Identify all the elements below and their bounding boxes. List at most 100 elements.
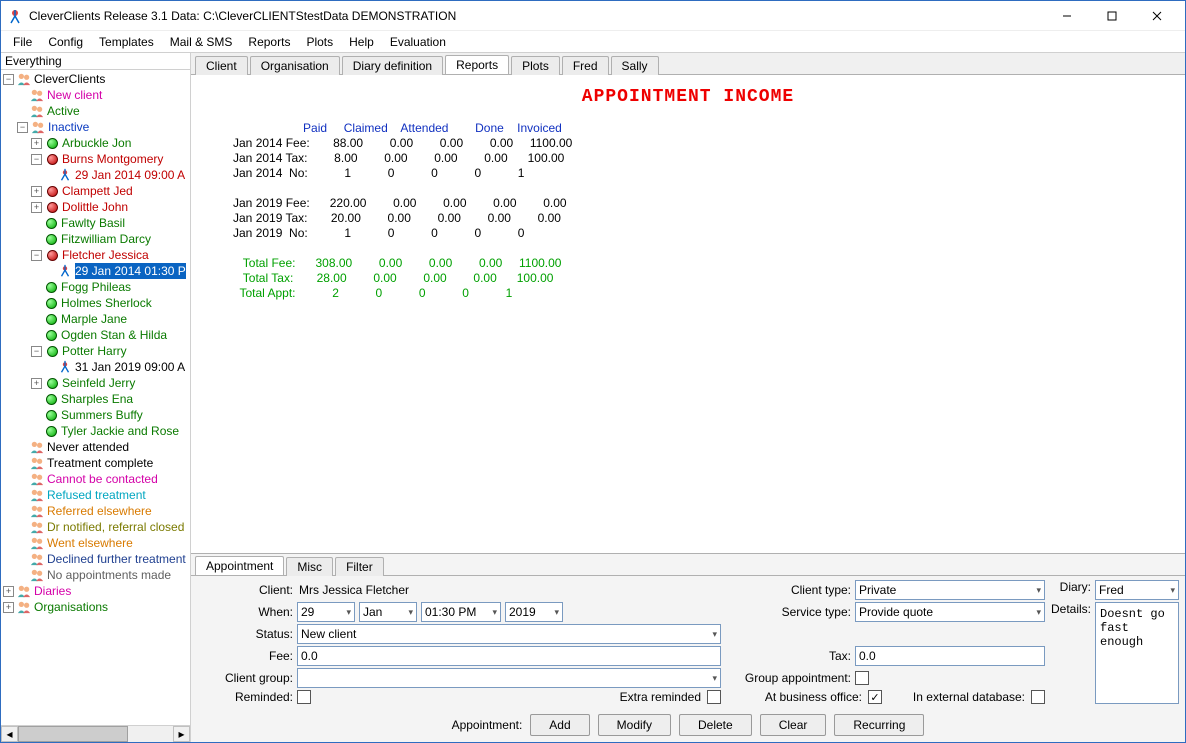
reminded-checkbox[interactable] bbox=[297, 690, 311, 704]
tree-client-arbuckle-jon[interactable]: +Arbuckle Jon bbox=[3, 135, 190, 151]
menu-reports[interactable]: Reports bbox=[240, 33, 298, 51]
tree-client-potter-harry[interactable]: −Potter Harry bbox=[3, 343, 190, 359]
scroll-right-icon[interactable]: ▸ bbox=[173, 726, 190, 742]
expand-toggle[interactable]: − bbox=[3, 74, 14, 85]
group-appt-checkbox[interactable] bbox=[855, 671, 869, 685]
close-button[interactable] bbox=[1134, 2, 1179, 30]
menu-file[interactable]: File bbox=[5, 33, 40, 51]
tree-status-cannot-be-contacted[interactable]: Cannot be contacted bbox=[3, 471, 190, 487]
at-office-checkbox[interactable]: ✓ bbox=[868, 690, 882, 704]
tree-appointment[interactable]: 29 Jan 2014 01:30 P bbox=[3, 263, 190, 279]
tree-status-treatment-complete[interactable]: Treatment complete bbox=[3, 455, 190, 471]
expand-toggle[interactable]: + bbox=[31, 186, 42, 197]
details-label: Details: bbox=[1049, 602, 1095, 616]
tab-plots[interactable]: Plots bbox=[511, 56, 560, 75]
report-row: Paid Claimed Attended Done Invoiced bbox=[203, 121, 1173, 136]
tree-diaries[interactable]: +Diaries bbox=[3, 583, 190, 599]
modify-button[interactable]: Modify bbox=[598, 714, 671, 736]
expand-toggle[interactable]: − bbox=[31, 250, 42, 261]
tree-active[interactable]: Active bbox=[3, 103, 190, 119]
tree-status-went-elsewhere[interactable]: Went elsewhere bbox=[3, 535, 190, 551]
extra-reminded-checkbox[interactable] bbox=[707, 690, 721, 704]
expand-toggle[interactable]: − bbox=[17, 122, 28, 133]
diary-select[interactable]: Fred▾ bbox=[1095, 580, 1179, 600]
when-year-select[interactable]: 2019▾ bbox=[505, 602, 563, 622]
tree-status-refused-treatment[interactable]: Refused treatment bbox=[3, 487, 190, 503]
client-value: Mrs Jessica Fletcher bbox=[297, 583, 457, 597]
menu-plots[interactable]: Plots bbox=[298, 33, 341, 51]
tree-header: Everything bbox=[1, 53, 190, 70]
tab-reports[interactable]: Reports bbox=[445, 55, 509, 74]
tree-client-fogg-phileas[interactable]: Fogg Phileas bbox=[3, 279, 190, 295]
tab-client[interactable]: Client bbox=[195, 56, 248, 75]
menu-templates[interactable]: Templates bbox=[91, 33, 162, 51]
tree-client-fletcher-jessica[interactable]: −Fletcher Jessica bbox=[3, 247, 190, 263]
tree-client-fitzwilliam-darcy[interactable]: Fitzwilliam Darcy bbox=[3, 231, 190, 247]
tax-input[interactable] bbox=[855, 646, 1045, 666]
menu-mail-sms[interactable]: Mail & SMS bbox=[162, 33, 241, 51]
report-row: Jan 2014 No: 1 0 0 0 1 bbox=[203, 166, 1173, 181]
tree-client-seinfeld-jerry[interactable]: +Seinfeld Jerry bbox=[3, 375, 190, 391]
tree-status-referred-elsewhere[interactable]: Referred elsewhere bbox=[3, 503, 190, 519]
tree-status-never-attended[interactable]: Never attended bbox=[3, 439, 190, 455]
service-type-select[interactable]: Provide quote▾ bbox=[855, 602, 1045, 622]
menu-evaluation[interactable]: Evaluation bbox=[382, 33, 454, 51]
tree-status-declined-further-treatment[interactable]: Declined further treatment bbox=[3, 551, 190, 567]
recurring-button[interactable]: Recurring bbox=[834, 714, 924, 736]
tree-client-dolittle-john[interactable]: +Dolittle John bbox=[3, 199, 190, 215]
tree-client-holmes-sherlock[interactable]: Holmes Sherlock bbox=[3, 295, 190, 311]
tree-appointment[interactable]: 29 Jan 2014 09:00 A bbox=[3, 167, 190, 183]
app-icon bbox=[7, 8, 23, 24]
when-day-select[interactable]: 29▾ bbox=[297, 602, 355, 622]
expand-toggle[interactable]: + bbox=[31, 202, 42, 213]
when-month-select[interactable]: Jan▾ bbox=[359, 602, 417, 622]
clear-button[interactable]: Clear bbox=[760, 714, 827, 736]
tree-inactive[interactable]: −Inactive bbox=[3, 119, 190, 135]
client-type-select[interactable]: Private▾ bbox=[855, 580, 1045, 600]
minimize-button[interactable] bbox=[1044, 2, 1089, 30]
menu-help[interactable]: Help bbox=[341, 33, 382, 51]
scroll-thumb[interactable] bbox=[18, 726, 128, 742]
tab-organisation[interactable]: Organisation bbox=[250, 56, 340, 75]
tab-fred[interactable]: Fred bbox=[562, 56, 609, 75]
tree-client-clampett-jed[interactable]: +Clampett Jed bbox=[3, 183, 190, 199]
bottom-tab-filter[interactable]: Filter bbox=[335, 557, 384, 576]
bottom-tab-appointment[interactable]: Appointment bbox=[195, 556, 284, 575]
tree-client-ogden-stan-hilda[interactable]: Ogden Stan & Hilda bbox=[3, 327, 190, 343]
tree-status-dr-notified-referral-closed[interactable]: Dr notified, referral closed bbox=[3, 519, 190, 535]
tree-h-scrollbar[interactable]: ◂ ▸ bbox=[1, 725, 190, 742]
tree-root[interactable]: −CleverClients bbox=[3, 71, 190, 87]
tree-client-marple-jane[interactable]: Marple Jane bbox=[3, 311, 190, 327]
scroll-left-icon[interactable]: ◂ bbox=[1, 726, 18, 742]
expand-toggle[interactable]: + bbox=[3, 602, 14, 613]
menu-config[interactable]: Config bbox=[40, 33, 91, 51]
tree-new-client[interactable]: New client bbox=[3, 87, 190, 103]
tab-diary-definition[interactable]: Diary definition bbox=[342, 56, 443, 75]
status-select[interactable]: New client▾ bbox=[297, 624, 721, 644]
in-external-checkbox[interactable] bbox=[1031, 690, 1045, 704]
maximize-button[interactable] bbox=[1089, 2, 1134, 30]
details-textarea[interactable]: Doesnt go fast enough bbox=[1095, 602, 1179, 704]
tree-client-summers-buffy[interactable]: Summers Buffy bbox=[3, 407, 190, 423]
tree[interactable]: −CleverClientsNew clientActive−Inactive+… bbox=[1, 70, 190, 725]
tree-status-no-appointments-made[interactable]: No appointments made bbox=[3, 567, 190, 583]
client-type-label: Client type: bbox=[725, 583, 855, 597]
tree-client-fawlty-basil[interactable]: Fawlty Basil bbox=[3, 215, 190, 231]
fee-input[interactable] bbox=[297, 646, 721, 666]
add-button[interactable]: Add bbox=[530, 714, 589, 736]
expand-toggle[interactable]: − bbox=[31, 346, 42, 357]
tree-appointment[interactable]: 31 Jan 2019 09:00 A bbox=[3, 359, 190, 375]
tab-sally[interactable]: Sally bbox=[611, 56, 659, 75]
delete-button[interactable]: Delete bbox=[679, 714, 752, 736]
when-time-select[interactable]: 01:30 PM▾ bbox=[421, 602, 501, 622]
bottom-tab-misc[interactable]: Misc bbox=[286, 557, 333, 576]
tree-client-tyler-jackie-and-rose[interactable]: Tyler Jackie and Rose bbox=[3, 423, 190, 439]
tree-organisations[interactable]: +Organisations bbox=[3, 599, 190, 615]
tree-client-burns-montgomery[interactable]: −Burns Montgomery bbox=[3, 151, 190, 167]
tree-client-sharples-ena[interactable]: Sharples Ena bbox=[3, 391, 190, 407]
expand-toggle[interactable]: + bbox=[31, 378, 42, 389]
expand-toggle[interactable]: + bbox=[3, 586, 14, 597]
expand-toggle[interactable]: + bbox=[31, 138, 42, 149]
client-group-select[interactable]: ▾ bbox=[297, 668, 721, 688]
expand-toggle[interactable]: − bbox=[31, 154, 42, 165]
